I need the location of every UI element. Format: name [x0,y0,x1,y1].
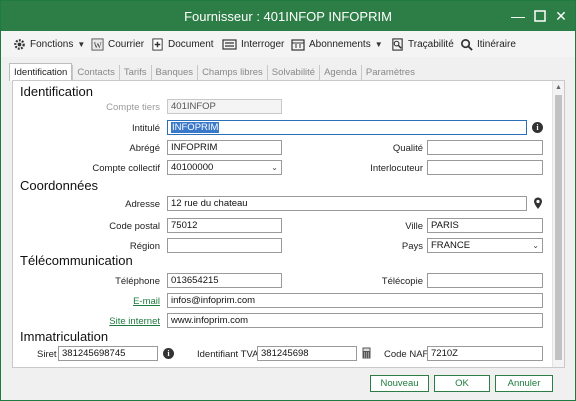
naf-input[interactable]: 7210Z [427,346,543,361]
calendar-icon [291,38,305,51]
info-icon[interactable]: i [163,348,174,359]
gear-icon [14,38,25,50]
window-title: Fournisseur : 401INFOP INFOPRIM [184,9,392,24]
pays-select[interactable]: FRANCE ⌄ [427,238,543,253]
tab-identification[interactable]: Identification [9,63,73,81]
compte-collectif-select[interactable]: 40100000 ⌄ [167,160,282,175]
tab-contacts[interactable]: Contacts [72,65,119,81]
ville-input[interactable]: PARIS [427,218,543,233]
maximize-icon[interactable] [531,7,549,25]
supplier-window: Fournisseur : 401INFOP INFOPRIM — ✕ Fonc… [0,0,576,401]
interlocuteur-label: Interlocuteur [370,163,423,174]
region-input[interactable] [167,238,282,253]
tva-input[interactable]: 381245698 [257,346,357,361]
intitule-input[interactable]: INFOPRIM [167,120,527,135]
courrier-button[interactable]: W Courrier [91,36,144,52]
compte-tiers-label: Compte tiers [106,102,160,113]
email-link[interactable]: E-mail [133,296,160,307]
compte-collectif-value: 40100000 [171,162,214,173]
telephone-label: Téléphone [115,276,160,287]
qualite-input[interactable] [427,140,543,155]
tab-parametres[interactable]: Paramètres [360,65,419,81]
document-label: Document [168,38,214,50]
document-add-icon [152,37,163,51]
telecopie-label: Télécopie [381,276,423,287]
section-coordonnees: Coordonnées [20,178,99,193]
section-telecommunication: Télécommunication [20,253,133,268]
document-button[interactable]: Document [151,36,214,52]
code-postal-label: Code postal [109,221,160,232]
chevron-down-icon: ▼ [374,39,383,49]
code-postal-input[interactable]: 75012 [167,218,282,233]
abrege-input[interactable]: INFOPRIM [167,140,282,155]
identification-panel: Identification Compte tiers 401INFOP Int… [12,80,565,368]
telecopie-input[interactable] [427,273,543,288]
telephone-input[interactable]: 013654215 [167,273,282,288]
email-input[interactable]: infos@infoprim.com [167,293,543,308]
adresse-label: Adresse [125,199,160,210]
map-pin-icon[interactable] [533,197,543,210]
siret-label: Siret [37,349,57,360]
itineraire-button[interactable]: Itinéraire [460,36,516,52]
tab-banques[interactable]: Banques [150,65,198,81]
interlocuteur-input[interactable] [427,160,543,175]
intitule-label: Intitulé [132,123,160,134]
tracabilite-button[interactable]: Traçabilité [391,36,454,52]
abonnements-label: Abonnements [309,38,371,50]
chevron-down-icon: ⌄ [532,241,539,250]
info-icon[interactable]: i [532,122,543,133]
interroger-button[interactable]: Interroger [222,36,284,52]
tab-bar: Identification Contacts Tarifs Banques C… [9,63,419,81]
minimize-icon[interactable]: — [509,7,527,25]
siret-input[interactable]: 381245698745 [58,346,158,361]
tracabilite-label: Traçabilité [408,38,454,50]
vertical-scrollbar[interactable]: ▲ [552,81,564,367]
tab-agenda[interactable]: Agenda [319,65,361,81]
region-label: Région [129,241,160,252]
traceability-icon [392,37,403,51]
close-icon[interactable]: ✕ [552,7,570,25]
svg-text:W: W [94,41,102,50]
search-icon [461,38,473,51]
abonnements-menu[interactable]: Abonnements ▼ [291,36,383,52]
adresse-input[interactable]: 12 rue du chateau [167,196,527,211]
section-immatriculation: Immatriculation [20,329,109,344]
pays-label: Pays [401,241,423,252]
section-identification: Identification [20,84,93,99]
site-internet-link[interactable]: Site internet [109,316,160,327]
intitule-value: INFOPRIM [171,122,220,133]
title-bar: Fournisseur : 401INFOP INFOPRIM — ✕ [1,1,575,31]
tva-label: Identifiant TVA [197,349,259,360]
compte-collectif-label: Compte collectif [92,163,160,174]
compte-tiers-field: 401INFOP [167,99,282,114]
courrier-label: Courrier [108,38,145,50]
tab-tarifs[interactable]: Tarifs [118,65,151,81]
keyboard-icon [222,38,237,50]
nouveau-button[interactable]: Nouveau [370,375,429,392]
abrege-label: Abrégé [129,143,160,154]
annuler-button[interactable]: Annuler [495,375,553,392]
fonctions-menu[interactable]: Fonctions ▼ [13,36,85,52]
tab-champs-libres[interactable]: Champs libres [197,65,267,81]
pays-value: FRANCE [431,240,471,251]
ville-label: Ville [405,221,423,232]
naf-label: Code NAF [384,349,429,360]
fonctions-label: Fonctions [30,38,74,50]
scroll-thumb[interactable] [555,95,562,360]
chevron-down-icon: ⌄ [271,163,278,172]
word-icon: W [91,37,104,51]
chevron-down-icon: ▼ [77,39,86,49]
calculator-icon[interactable] [362,347,371,359]
qualite-label: Qualité [392,143,423,154]
site-internet-input[interactable]: www.infoprim.com [167,313,543,328]
toolbar: Fonctions ▼ W Courrier Document Interroge… [1,31,575,57]
itineraire-label: Itinéraire [477,38,516,50]
interroger-label: Interroger [241,38,285,50]
ok-button[interactable]: OK [434,375,490,392]
tab-solvabilite[interactable]: Solvabilité [266,65,319,81]
scroll-up-icon[interactable]: ▲ [555,84,562,91]
